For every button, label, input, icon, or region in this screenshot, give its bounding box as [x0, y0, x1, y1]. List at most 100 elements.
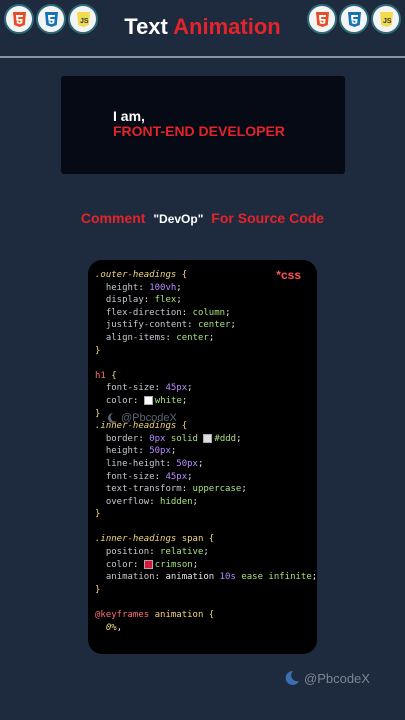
- code-token: justify-content: [95, 320, 188, 331]
- code-token: center: [176, 332, 209, 343]
- comment-banner: Comment "DevOp" For Source Code: [0, 210, 405, 226]
- code-token: :: [165, 332, 177, 343]
- code-line: justify-content: center;: [95, 319, 317, 332]
- code-line: overflow: hidden;: [95, 496, 317, 509]
- code-token: ;: [197, 458, 204, 469]
- code-line: flex-direction: column;: [95, 307, 317, 320]
- code-token: display: [95, 295, 144, 306]
- code-token: ;: [170, 446, 177, 457]
- header-divider: [0, 56, 405, 58]
- code-line: .outer-headings {: [95, 269, 317, 282]
- comment-suffix: For Source Code: [211, 210, 325, 226]
- code-line: @keyframes animation {: [95, 609, 317, 622]
- code-token: 0px: [149, 433, 166, 444]
- code-line: font-size: 45px;: [95, 382, 317, 395]
- code-line: }: [95, 345, 317, 358]
- code-token: }: [95, 584, 101, 595]
- code-token: #ddd: [214, 433, 237, 444]
- code-token: 45px: [165, 383, 188, 394]
- code-line: h1 {: [95, 370, 317, 383]
- code-line: border: 0px solid #ddd;: [95, 433, 317, 446]
- comment-keyword: "DevOp": [153, 212, 204, 226]
- code-token: 10s: [219, 572, 236, 583]
- badges-right: JS: [307, 4, 401, 34]
- code-line: }: [95, 508, 317, 521]
- code-token: :: [143, 295, 155, 306]
- code-token: line-height: [95, 458, 166, 469]
- code-token: ;: [241, 484, 247, 495]
- code-token: center: [197, 320, 231, 331]
- code-token: color: [95, 559, 133, 570]
- code-token: flex: [154, 295, 177, 306]
- code-line: position: relative;: [95, 546, 317, 559]
- code-token: 50px: [149, 446, 171, 457]
- code-token: crimson: [154, 559, 193, 570]
- code-token: flex-direction: [95, 307, 182, 318]
- title-part-1: Text: [124, 14, 168, 39]
- code-token: ;: [192, 496, 198, 507]
- code-token: ;: [187, 471, 193, 482]
- code-token: :: [181, 307, 193, 318]
- code-token: ;: [230, 320, 236, 331]
- code-panel: *css .outer-headings { height: 100vh; di…: [88, 260, 317, 654]
- code-token: position: [95, 547, 150, 558]
- code-token: :: [138, 446, 150, 457]
- code-watermark: @PbcodeX: [106, 412, 177, 424]
- code-line: line-height: 50px;: [95, 458, 317, 471]
- code-token: span: [176, 534, 204, 545]
- code-token: solid: [165, 433, 204, 444]
- code-token: :: [165, 458, 177, 469]
- code-token: font-size: [95, 471, 155, 482]
- code-token: ;: [181, 395, 188, 406]
- code-token: align-items: [95, 332, 166, 343]
- code-line: color: white;: [95, 395, 317, 408]
- code-token: {: [176, 270, 188, 280]
- code-token: 45px: [165, 471, 188, 482]
- code-line: color: crimson;: [95, 559, 317, 572]
- code-line: display: flex;: [95, 294, 317, 307]
- code-token: {: [176, 421, 188, 432]
- code-token: 100vh: [149, 282, 177, 293]
- code-line: animation: animation 10s ease infinite;: [95, 571, 317, 584]
- code-token: {: [203, 534, 215, 545]
- code-watermark-text: @PbcodeX: [121, 412, 177, 424]
- code-token: .inner-headings: [95, 534, 177, 545]
- code-token: animation {: [149, 610, 215, 621]
- code-token: ;: [187, 383, 193, 394]
- code-token: :: [154, 572, 166, 583]
- code-token: h1: [95, 370, 106, 381]
- code-token: animation: [165, 572, 220, 583]
- html5-icon: [307, 4, 337, 34]
- code-token: ease infinite: [235, 572, 312, 583]
- watermark: @PbcodeX: [284, 670, 370, 686]
- code-token: :: [149, 547, 161, 558]
- code-token: {: [105, 370, 117, 381]
- code-token: font-size: [95, 383, 155, 394]
- code-token: ;: [176, 282, 182, 293]
- code-token: ;: [225, 307, 231, 318]
- comment-prefix: Comment: [80, 210, 146, 226]
- code-line: text-transform: uppercase;: [95, 483, 317, 496]
- code-line: height: 50px;: [95, 445, 317, 458]
- code-token: :: [187, 320, 198, 331]
- code-token: ,: [116, 622, 123, 633]
- code-line: font-size: 45px;: [95, 471, 317, 484]
- code-token: border: [95, 433, 139, 444]
- code-line: }: [95, 584, 317, 597]
- code-token: :: [181, 484, 193, 495]
- title-part-2: Animation: [173, 14, 281, 39]
- code-token: :: [154, 383, 166, 394]
- code-token: }: [95, 345, 101, 356]
- preview-line-2: FRONT-END DEVELOPER: [113, 123, 285, 139]
- code-token: animation: [95, 572, 155, 583]
- code-token: height: [95, 446, 139, 457]
- code-token: @keyframes: [95, 610, 150, 621]
- header: JS Text Animation JS: [0, 0, 405, 56]
- code-token: column: [192, 307, 226, 318]
- code-token: overflow: [95, 496, 150, 507]
- code-lines: .outer-headings { height: 100vh; display…: [95, 269, 317, 634]
- svg-text:JS: JS: [383, 18, 392, 25]
- css3-icon: [339, 4, 369, 34]
- code-token: white: [154, 395, 182, 406]
